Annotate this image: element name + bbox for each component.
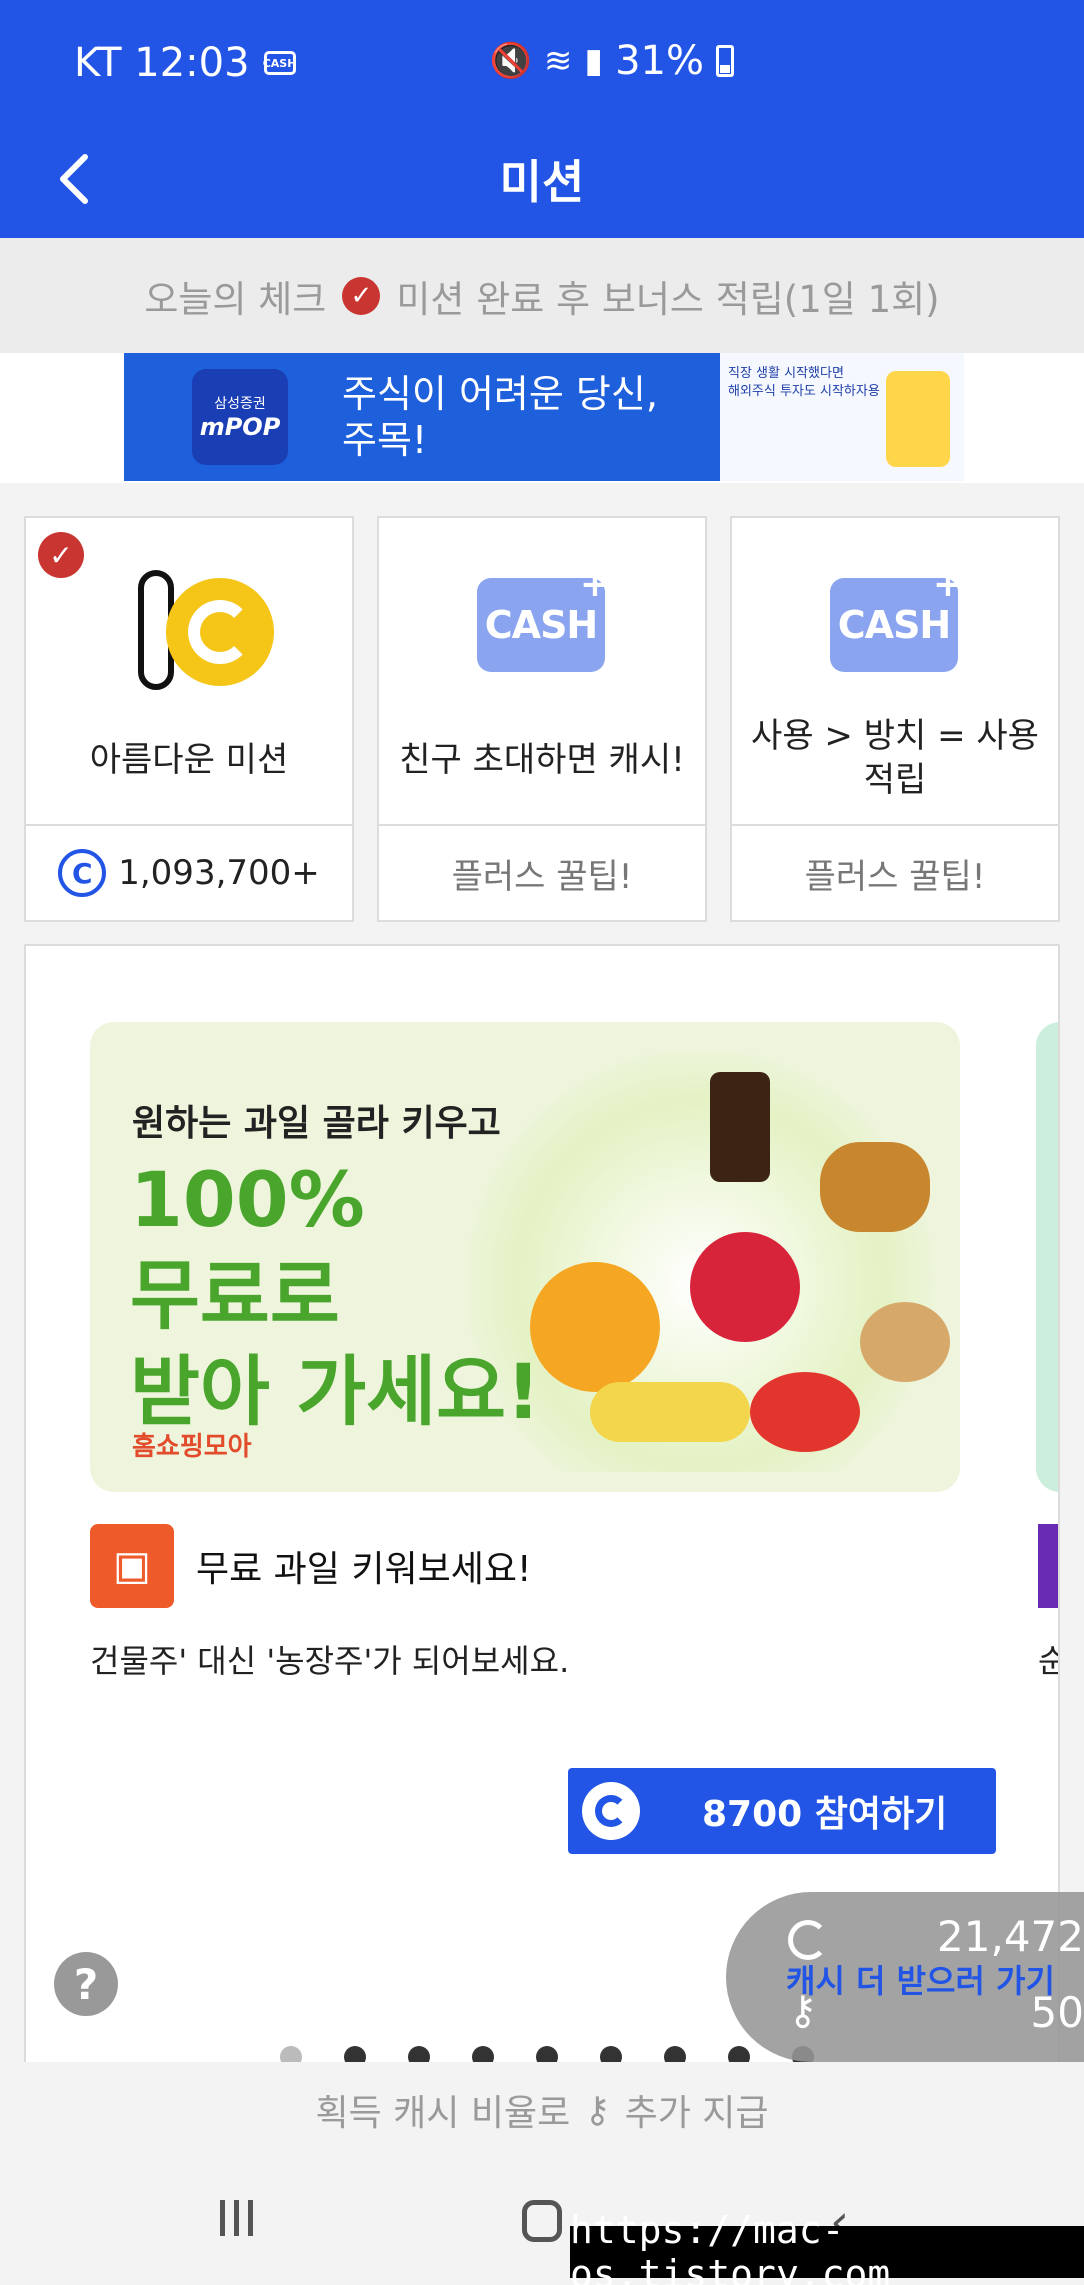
app-header: 미션 xyxy=(0,120,1084,238)
apple-image xyxy=(690,1232,800,1342)
join-label: 8700 참여하기 xyxy=(702,1794,948,1835)
card-title: 친구 초대하면 캐시! xyxy=(399,740,685,780)
mission-card-usage[interactable]: CASH + 사용 > 방치 = 사용 적립 플러스 꿀팁! xyxy=(730,516,1060,922)
coin-icon xyxy=(126,558,274,698)
key-icon: ⚷ xyxy=(584,2089,611,2131)
offer-header: ▣ 무료 과일 키워보세요! xyxy=(90,1524,531,1608)
cash-plus-icon: CASH + xyxy=(477,564,610,672)
promo-big-text: 100% 무료로 받아 가세요! xyxy=(130,1155,541,1436)
carrier-time: KT 12:03 xyxy=(74,40,250,86)
signal-icon: ▮ xyxy=(584,41,604,81)
cash-coin-icon xyxy=(582,1782,640,1840)
ad-side-panel: 직장 생활 시작했다면 해외주식 투자도 시작하자용 xyxy=(720,353,964,481)
ad-banner[interactable]: 삼성증권 mPOP 주식이 어려운 당신, 주목! 직장 생활 시작했다면 해외… xyxy=(124,353,964,481)
card-footer: 플러스 꿀팁! xyxy=(732,824,1058,920)
check-icon: ✓ xyxy=(342,276,381,315)
battery-level: 31% xyxy=(615,38,704,84)
tv-app-icon: ▣ xyxy=(90,1524,174,1608)
mission-card-invite[interactable]: CASH + 친구 초대하면 캐시! 플러스 꿀팁! xyxy=(377,516,707,922)
orange-image xyxy=(530,1262,660,1392)
card-title: 사용 > 방치 = 사용 적립 xyxy=(751,716,1039,800)
recents-button[interactable] xyxy=(220,2200,253,2236)
promo-image[interactable]: 원하는 과일 골라 키우고 100% 무료로 받아 가세요! 홈쇼핑모아 xyxy=(90,1022,960,1492)
card-footer: C 1,093,700+ xyxy=(26,824,352,920)
next-offer-icon-peek xyxy=(1038,1524,1058,1608)
mission-card-beautiful[interactable]: ✓ 아름다운 미션 C 1,093,700+ xyxy=(24,516,354,922)
coffee-image xyxy=(710,1072,770,1182)
offer-description: 건물주' 대신 '농장주'가 되어보세요. xyxy=(90,1642,570,1680)
page-title: 미션 xyxy=(499,155,585,209)
cash-app-icon: CASH xyxy=(263,51,296,75)
next-promo-peek[interactable] xyxy=(1036,1022,1058,1492)
battery-icon xyxy=(716,45,734,77)
card-title: 아름다운 미션 xyxy=(89,740,289,780)
promo-brand: 홈쇼핑모아 xyxy=(132,1432,252,1462)
promo-heading: 원하는 과일 골라 키우고 xyxy=(132,1103,501,1144)
status-bar: KT 12:03 CASH 🔇 ≋ ▮ 31% xyxy=(0,0,1084,120)
ad-headline: 주식이 어려운 당신, 주목! xyxy=(342,372,658,462)
burger-image xyxy=(820,1142,930,1232)
wifi-icon: ≋ xyxy=(543,41,573,81)
watermark: https://mac-os.tistory.com xyxy=(570,2208,1084,2285)
ad-mascot-image xyxy=(886,371,950,467)
ad-bar: 삼성증권 mPOP 주식이 어려운 당신, 주목! 직장 생활 시작했다면 해외… xyxy=(0,353,1084,483)
home-button[interactable] xyxy=(522,2200,562,2242)
get-more-cash-link[interactable]: 캐시 더 받으러 가기 xyxy=(786,1956,1055,2002)
completed-check-icon: ✓ xyxy=(38,532,84,578)
offer-title: 무료 과일 키워보세요! xyxy=(196,1549,532,1590)
potato-image xyxy=(860,1302,950,1382)
mission-screen: KT 12:03 CASH 🔇 ≋ ▮ 31% 미션 오늘의 체크 ✓ 미션 완… xyxy=(0,0,1084,2285)
tomato-image xyxy=(750,1372,860,1452)
daily-check-label: 오늘의 체크 xyxy=(144,277,327,321)
card-footer: 플러스 꿀팁! xyxy=(379,824,705,920)
next-offer-desc-peek: 순 xyxy=(1038,1636,1058,1682)
join-button[interactable]: 8700 참여하기 xyxy=(568,1768,996,1854)
ad-logo: 삼성증권 mPOP xyxy=(192,369,288,465)
cash-total: 1,093,700+ xyxy=(118,853,320,893)
cash-balance: 21,472 xyxy=(937,1912,1084,1961)
mute-icon: 🔇 xyxy=(489,41,532,81)
daily-check-desc: 미션 완료 후 보너스 적립(1일 1회) xyxy=(396,277,940,321)
help-button[interactable]: ? xyxy=(54,1952,118,2016)
cash-balance-widget[interactable]: ⚷ 21,472 50 캐시 더 받으러 가기 xyxy=(726,1892,1084,2062)
cash-plus-icon: CASH + xyxy=(830,564,963,672)
banana-image xyxy=(590,1382,750,1442)
daily-check-bar: 오늘의 체크 ✓ 미션 완료 후 보너스 적립(1일 1회) xyxy=(0,238,1084,353)
bonus-info: 획득 캐시 비율로 ⚷ 추가 지급 xyxy=(0,2062,1084,2158)
cash-coin-icon xyxy=(788,1920,828,1960)
cash-coin-icon: C xyxy=(58,849,107,897)
